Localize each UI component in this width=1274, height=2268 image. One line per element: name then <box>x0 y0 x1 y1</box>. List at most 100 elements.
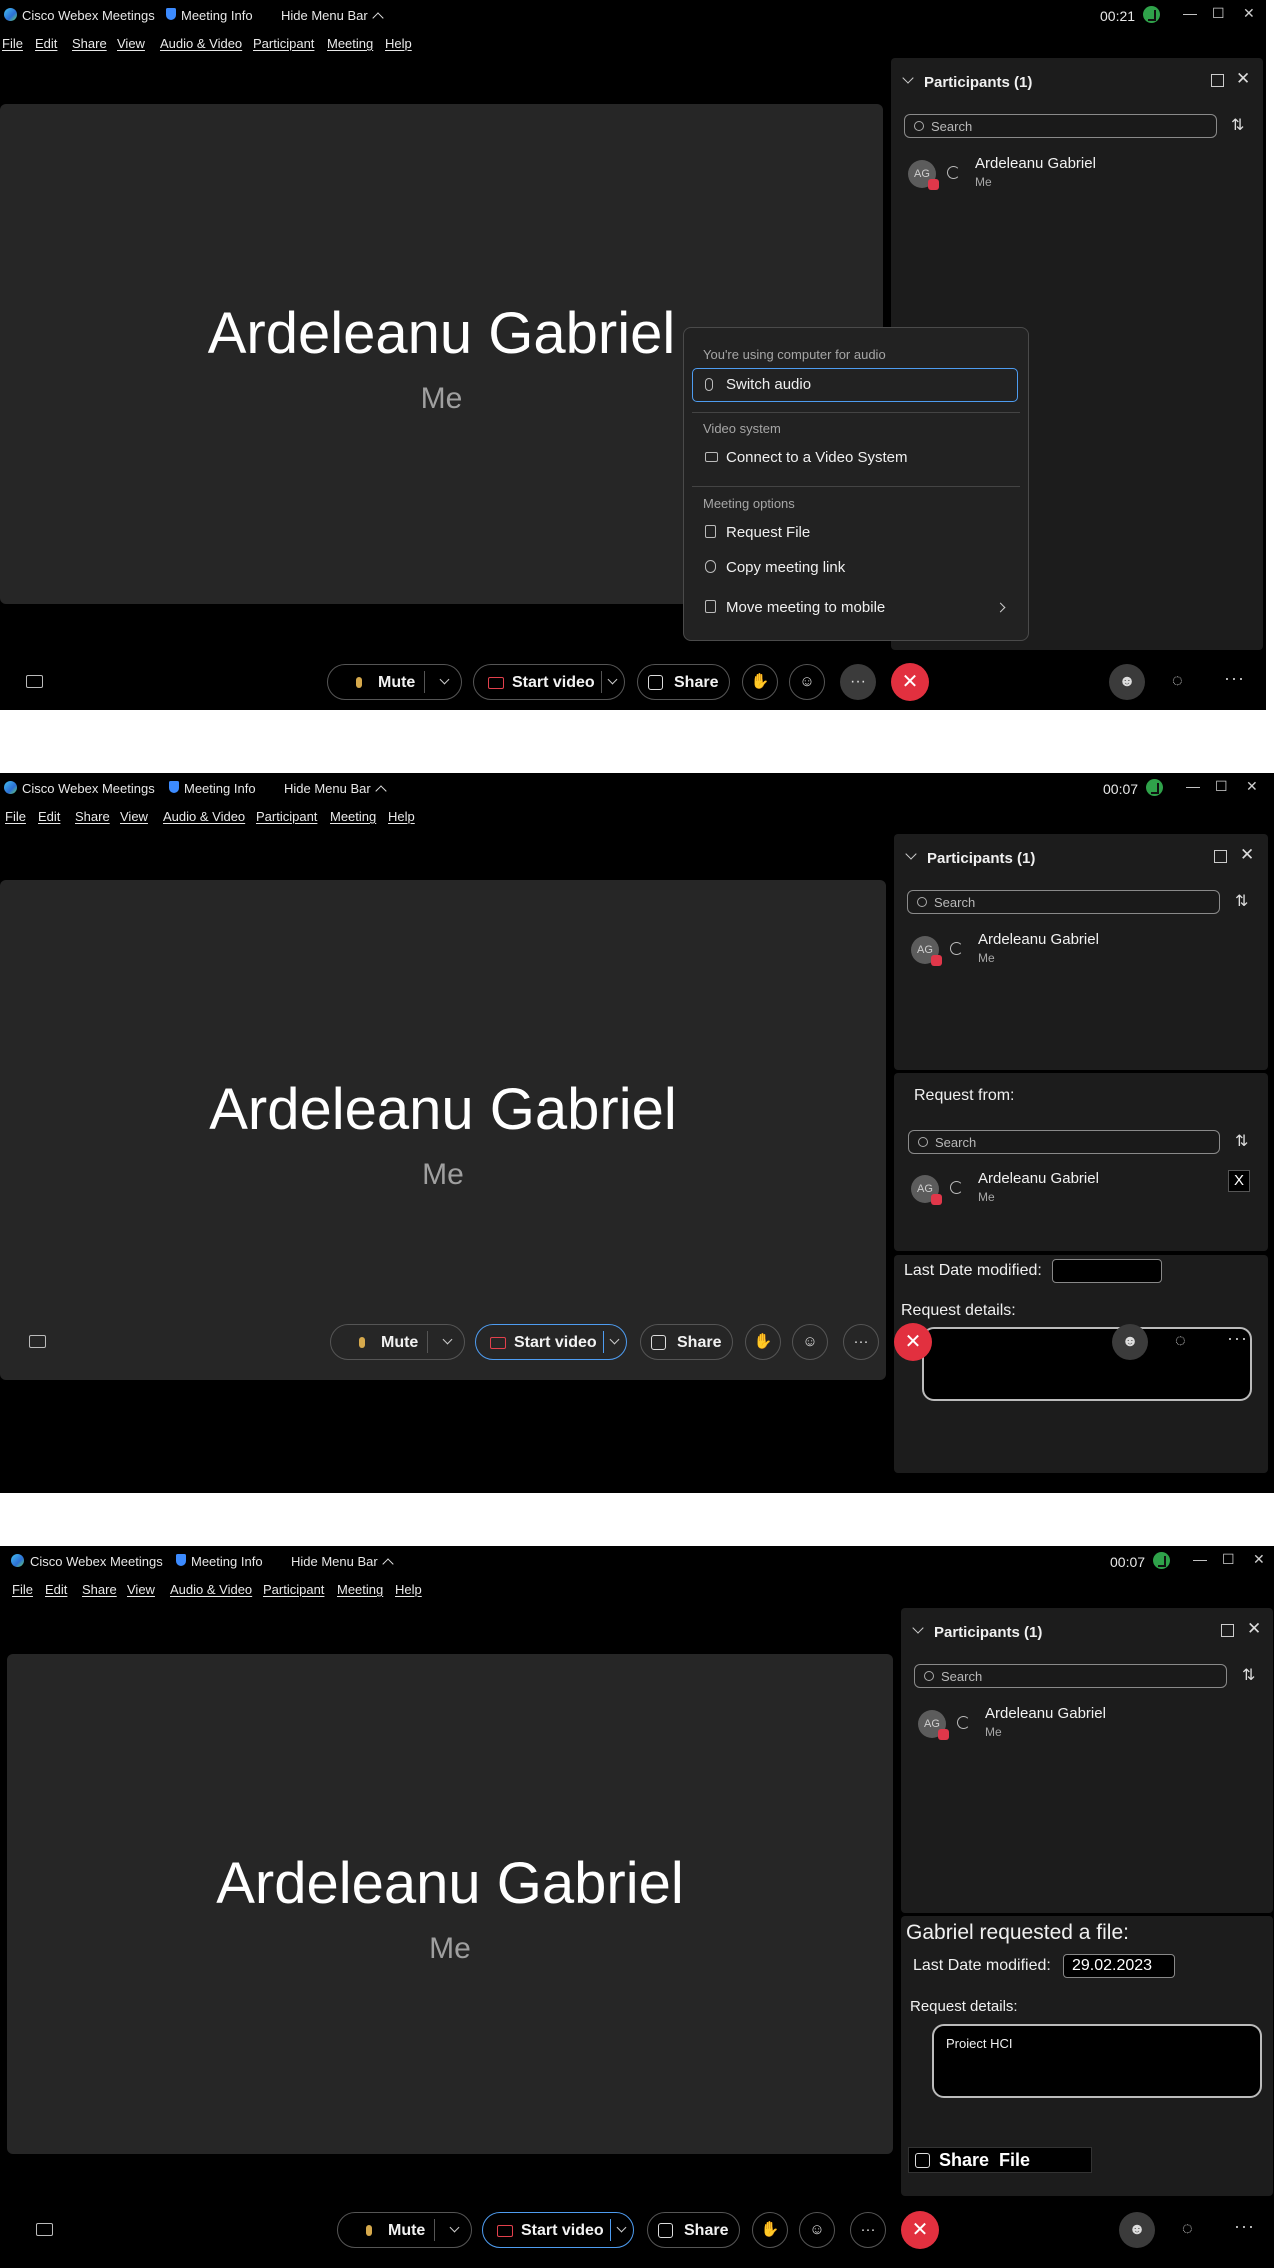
raise-hand-button[interactable]: ✋ <box>742 664 778 700</box>
menu-audio-video[interactable]: Audio & Video <box>160 36 242 51</box>
end-meeting-button[interactable]: ✕ <box>891 663 929 701</box>
menu-audio-video[interactable]: Audio & Video <box>170 1582 252 1597</box>
start-video-button[interactable]: Start video <box>473 664 625 700</box>
menu-meeting[interactable]: Meeting <box>327 36 373 51</box>
close-panel-icon[interactable]: ✕ <box>1247 1619 1261 1639</box>
request-file-item[interactable]: Request File <box>726 524 810 541</box>
move-to-mobile-item[interactable]: Move meeting to mobile <box>726 599 885 616</box>
mute-button[interactable]: Mute <box>327 664 462 700</box>
collapse-chevron-icon[interactable] <box>912 1622 924 1634</box>
collapse-chevron-icon[interactable] <box>902 72 914 84</box>
menu-meeting[interactable]: Meeting <box>337 1582 383 1597</box>
mute-button[interactable]: Mute <box>330 1324 465 1360</box>
raise-hand-button[interactable]: ✋ <box>752 2212 788 2248</box>
captions-icon[interactable] <box>26 675 43 688</box>
maximize-button[interactable]: ☐ <box>1212 5 1225 22</box>
menu-help[interactable]: Help <box>385 36 412 51</box>
menu-share[interactable]: Share <box>75 809 110 824</box>
menu-file[interactable]: File <box>12 1582 33 1597</box>
menu-file[interactable]: File <box>2 36 23 51</box>
hide-menu-bar-button[interactable]: Hide Menu Bar <box>291 1554 394 1570</box>
mute-button[interactable]: Mute <box>337 2212 472 2248</box>
participant-search-input[interactable]: Search <box>904 114 1217 138</box>
chat-icon[interactable]: ◌ <box>1175 1330 1187 1351</box>
last-date-input[interactable] <box>1052 1259 1162 1283</box>
meeting-info-button[interactable]: Meeting Info <box>184 781 256 796</box>
close-panel-icon[interactable]: ✕ <box>1240 845 1254 865</box>
minimize-button[interactable]: — <box>1183 5 1197 21</box>
start-video-button[interactable]: Start video <box>475 1324 627 1360</box>
request-from-search-input[interactable]: Search <box>908 1130 1220 1154</box>
participants-toggle-button[interactable]: ☻ <box>1109 664 1145 700</box>
raise-hand-button[interactable]: ✋ <box>745 1324 781 1360</box>
menu-participant[interactable]: Participant <box>253 36 314 51</box>
menu-help[interactable]: Help <box>395 1582 422 1597</box>
menu-file[interactable]: File <box>5 809 26 824</box>
menu-audio-video[interactable]: Audio & Video <box>163 809 245 824</box>
more-menu-icon[interactable]: ··· <box>1224 668 1245 689</box>
participant-search-input[interactable]: Search <box>914 1664 1227 1688</box>
chevron-down-icon[interactable] <box>616 2222 627 2233</box>
meeting-info-button[interactable]: Meeting Info <box>191 1554 263 1569</box>
menu-meeting[interactable]: Meeting <box>330 809 376 824</box>
more-menu-icon[interactable]: ··· <box>1227 1328 1248 1349</box>
menu-edit[interactable]: Edit <box>45 1582 67 1597</box>
sort-icon[interactable]: ⇅ <box>1242 1665 1255 1685</box>
more-options-button[interactable]: ··· <box>840 664 876 700</box>
reactions-button[interactable]: ☺ <box>792 1324 828 1360</box>
popout-icon[interactable] <box>1214 850 1227 863</box>
close-window-button[interactable]: ✕ <box>1246 778 1258 795</box>
share-button[interactable]: Share <box>647 2212 740 2248</box>
chevron-down-icon[interactable] <box>439 674 450 685</box>
participant-name[interactable]: Ardeleanu Gabriel <box>985 1705 1106 1722</box>
menu-share[interactable]: Share <box>82 1582 117 1597</box>
more-options-button[interactable]: ··· <box>850 2212 886 2248</box>
sort-icon[interactable]: ⇅ <box>1235 1131 1248 1151</box>
close-panel-icon[interactable]: ✕ <box>1236 69 1250 89</box>
collapse-chevron-icon[interactable] <box>905 848 917 860</box>
minimize-button[interactable]: — <box>1186 778 1200 794</box>
reactions-button[interactable]: ☺ <box>789 664 825 700</box>
chevron-down-icon[interactable] <box>607 674 618 685</box>
sort-icon[interactable]: ⇅ <box>1231 115 1244 135</box>
menu-view[interactable]: View <box>127 1582 155 1597</box>
popout-icon[interactable] <box>1211 74 1224 87</box>
menu-share[interactable]: Share <box>72 36 107 51</box>
more-options-button[interactable]: ··· <box>843 1324 879 1360</box>
menu-help[interactable]: Help <box>388 809 415 824</box>
menu-view[interactable]: View <box>117 36 145 51</box>
chevron-down-icon[interactable] <box>442 1334 453 1345</box>
menu-edit[interactable]: Edit <box>35 36 57 51</box>
share-button[interactable]: Share <box>637 664 730 700</box>
chat-icon[interactable]: ◌ <box>1182 2218 1194 2239</box>
participant-name[interactable]: Ardeleanu Gabriel <box>978 931 1099 948</box>
maximize-button[interactable]: ☐ <box>1215 778 1228 795</box>
hide-menu-bar-button[interactable]: Hide Menu Bar <box>281 8 384 24</box>
participants-toggle-button[interactable]: ☻ <box>1119 2212 1155 2248</box>
start-video-button[interactable]: Start video <box>482 2212 634 2248</box>
reactions-button[interactable]: ☺ <box>799 2212 835 2248</box>
participants-toggle-button[interactable]: ☻ <box>1112 1324 1148 1360</box>
maximize-button[interactable]: ☐ <box>1222 1551 1235 1568</box>
menu-view[interactable]: View <box>120 809 148 824</box>
popout-icon[interactable] <box>1221 1624 1234 1637</box>
switch-audio-label[interactable]: Switch audio <box>726 376 811 393</box>
share-button[interactable]: Share <box>640 1324 733 1360</box>
chevron-down-icon[interactable] <box>609 1334 620 1345</box>
share-file-button[interactable]: Share File <box>908 2147 1092 2173</box>
close-window-button[interactable]: ✕ <box>1243 5 1255 22</box>
minimize-button[interactable]: — <box>1193 1551 1207 1567</box>
remove-participant-button[interactable]: X <box>1228 1170 1250 1192</box>
end-meeting-button[interactable]: ✕ <box>901 2211 939 2249</box>
menu-participant[interactable]: Participant <box>263 1582 324 1597</box>
chat-icon[interactable]: ◌ <box>1172 670 1184 691</box>
hide-menu-bar-button[interactable]: Hide Menu Bar <box>284 781 387 797</box>
participant-search-input[interactable]: Search <box>907 890 1220 914</box>
request-participant-name[interactable]: Ardeleanu Gabriel <box>978 1170 1099 1187</box>
connect-video-system-item[interactable]: Connect to a Video System <box>726 449 908 466</box>
menu-participant[interactable]: Participant <box>256 809 317 824</box>
chevron-down-icon[interactable] <box>449 2222 460 2233</box>
close-window-button[interactable]: ✕ <box>1253 1551 1265 1568</box>
meeting-info-button[interactable]: Meeting Info <box>181 8 253 23</box>
participant-name[interactable]: Ardeleanu Gabriel <box>975 155 1096 172</box>
